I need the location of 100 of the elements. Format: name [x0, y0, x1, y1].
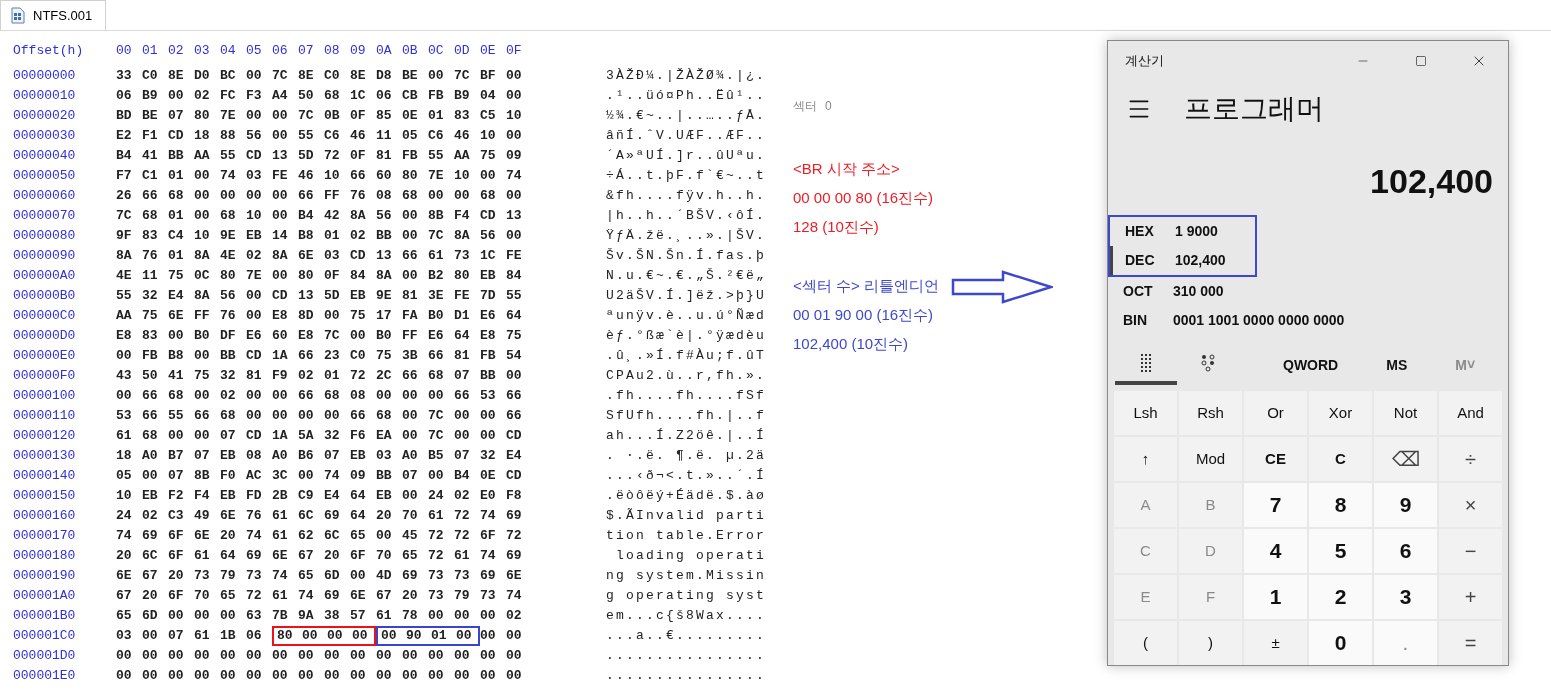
hex-bytes: 18 A0 B7 07 EB 08 A0 B6 07 EB 03 A0 B5 07 32 E4	[116, 447, 523, 466]
row-offset: 000000E0	[13, 347, 77, 366]
calculator-key[interactable]: (	[1114, 621, 1177, 665]
hex-bytes: 20 6C 6F 61 64 69 6E 67 20 6F 70 65 72 61 74 69	[116, 547, 523, 566]
ascii-text: âñÍ.ˆV.UÆF..ÆF..	[606, 127, 767, 146]
column-header: 0C	[428, 42, 445, 61]
ascii-text: N.u.€~.€.„Š.²€ë„	[606, 267, 767, 286]
row-offset: 000001C0	[13, 627, 77, 646]
column-header: 07	[298, 42, 315, 61]
calculator-key[interactable]: 7	[1244, 483, 1307, 527]
row-offset: 000000F0	[13, 367, 77, 386]
calculator-key[interactable]: Or	[1244, 391, 1307, 435]
hex-bytes: 9F 83 C4 10 9E EB 14 B8 01 02 BB 00 7C 8A 56 00	[116, 227, 523, 246]
calculator-key[interactable]: 1	[1244, 575, 1307, 619]
calculator-key[interactable]: 6	[1374, 529, 1437, 573]
calculator-key[interactable]: ↑	[1114, 437, 1177, 481]
radix-row[interactable]: HEX 1 9000	[1110, 217, 1255, 246]
ascii-text: .ëòôëý+Éädë.$.àø	[606, 487, 767, 506]
column-header: 0B	[402, 42, 419, 61]
calculator-key[interactable]: ×	[1439, 483, 1502, 527]
row-offset: 00000030	[13, 127, 77, 146]
ascii-text: .û¸.»Í.f#Àu;f.ûT	[606, 347, 767, 366]
ascii-text: .fh....fh....fSf	[606, 387, 767, 406]
row-offset: 00000000	[13, 67, 77, 86]
sector-label: 섹터	[793, 98, 817, 115]
row-offset: 00000100	[13, 387, 77, 406]
ascii-text: $.ÃInvalid parti	[606, 507, 767, 526]
row-offset: 000001D0	[13, 647, 77, 666]
calculator-key[interactable]: Not	[1374, 391, 1437, 435]
row-offset: 000000D0	[13, 327, 77, 346]
row-offset: 00000130	[13, 447, 77, 466]
calculator-key[interactable]: C	[1309, 437, 1372, 481]
calculator-key[interactable]: =	[1439, 621, 1502, 665]
calculator-key[interactable]: ÷	[1439, 437, 1502, 481]
radix-row[interactable]: BIN 0001 1001 0000 0000 0000	[1108, 306, 1508, 335]
calculator-key[interactable]: 4	[1244, 529, 1307, 573]
calculator-key[interactable]: 9	[1374, 483, 1437, 527]
calculator-key[interactable]: +	[1439, 575, 1502, 619]
calculator-key[interactable]: 0	[1309, 621, 1372, 665]
calculator-key[interactable]: ±	[1244, 621, 1307, 665]
calculator-key[interactable]: Mod	[1179, 437, 1242, 481]
keypad-icon	[1141, 354, 1151, 372]
file-tab[interactable]: NTFS.001	[0, 0, 106, 30]
column-header: 08	[324, 42, 341, 61]
ascii-text: loading operati	[615, 547, 767, 566]
calculator-key[interactable]: And	[1439, 391, 1502, 435]
right-arrow-icon	[950, 269, 1053, 304]
file-icon	[11, 7, 25, 24]
hex-bytes: 24 02 C3 49 6E 76 61 6C 69 64 20 70 61 72 74 69	[116, 507, 523, 526]
hex-bytes: B4 41 BB AA 55 CD 13 5D 72 0F 81 FB 55 AA 75 09	[116, 147, 523, 166]
ascii-text: ...‹ð¬<.t.»..´.Í	[606, 467, 767, 486]
word-size-button[interactable]: QWORD	[1279, 345, 1343, 385]
column-header: 04	[220, 42, 237, 61]
calculator-key[interactable]: Rsh	[1179, 391, 1242, 435]
calculator-key[interactable]: Xor	[1309, 391, 1372, 435]
hex-bytes: 00 00 00 00 00 00 00 00 00 00 00 00 00 00 00 00	[116, 647, 523, 666]
row-offset: 000001B0	[13, 607, 77, 626]
calculator-key[interactable]: Lsh	[1114, 391, 1177, 435]
hex-bytes: AA 75 6E FF 76 00 E8 8D 00 75 17 FA B0 D1 E6 64	[116, 307, 523, 326]
column-header: 00	[116, 42, 133, 61]
row-offset: 00000070	[13, 207, 77, 226]
calculator-key[interactable]: −	[1439, 529, 1502, 573]
row-offset: 00000140	[13, 467, 77, 486]
column-header: 03	[194, 42, 211, 61]
calculator-key[interactable]: 5	[1309, 529, 1372, 573]
row-offset: 00000190	[13, 567, 77, 586]
column-header: 0F	[506, 42, 523, 61]
calculator-key[interactable]: 3	[1374, 575, 1437, 619]
annotation-text: 00 00 00 80 (16진수)	[793, 188, 934, 209]
row-offset: 00000040	[13, 147, 77, 166]
ascii-text: ................	[606, 647, 767, 666]
radix-row[interactable]: OCT 310 000	[1108, 277, 1508, 306]
radix-row[interactable]: DEC 102,400	[1110, 246, 1255, 275]
hex-bytes: 00 FB B8 00 BB CD 1A 66 23 C0 75 3B 66 81 FB 54	[116, 347, 523, 366]
ascii-text: ÷Á..t.þF.f`€~..t	[606, 167, 767, 186]
annotation-text: 00 01 90 00 (16진수)	[793, 305, 934, 326]
ascii-text: em...c{š8Wax....	[606, 607, 767, 626]
result-display: 102,400	[1370, 161, 1493, 202]
hex-bytes: 7C 68 01 00 68 10 00 B4 42 8A 56 00 8B F4 CD 13	[116, 207, 523, 226]
calculator-key[interactable]: 2	[1309, 575, 1372, 619]
row-offset: 000001E0	[13, 667, 77, 686]
ascii-text: ½¾.€~..|..…..ƒÅ.	[606, 107, 767, 126]
calculator-key[interactable]: )	[1179, 621, 1242, 665]
ascii-text: ŸƒÄ.žë.¸..».|ŠV.	[606, 227, 767, 246]
calculator-key[interactable]: ⌫	[1374, 437, 1437, 481]
calculator-key[interactable]: CE	[1244, 437, 1307, 481]
row-offset: 000000B0	[13, 287, 77, 306]
row-offset: 000000C0	[13, 307, 77, 326]
column-header: 09	[350, 42, 367, 61]
memory-button[interactable]: MS	[1382, 345, 1412, 385]
highlighted-bytes: 00 90 01 00	[376, 626, 480, 646]
row-offset: 00000060	[13, 187, 77, 206]
calculator-key[interactable]: 8	[1309, 483, 1372, 527]
column-header: 0A	[376, 42, 393, 61]
hex-bytes: 26 66 68 00 00 00 00 66 FF 76 08 68 00 00 68 00	[116, 187, 523, 206]
row-offset: 00000150	[13, 487, 77, 506]
row-offset: 00000090	[13, 247, 77, 266]
ascii-text: . ·.ë. ¶.ë. µ.2ä	[606, 447, 767, 466]
hex-bytes: 00 66 68 00 02 00 00 66 68 08 00 00 00 66 53 66	[116, 387, 523, 406]
tab-label: NTFS.001	[33, 6, 93, 25]
